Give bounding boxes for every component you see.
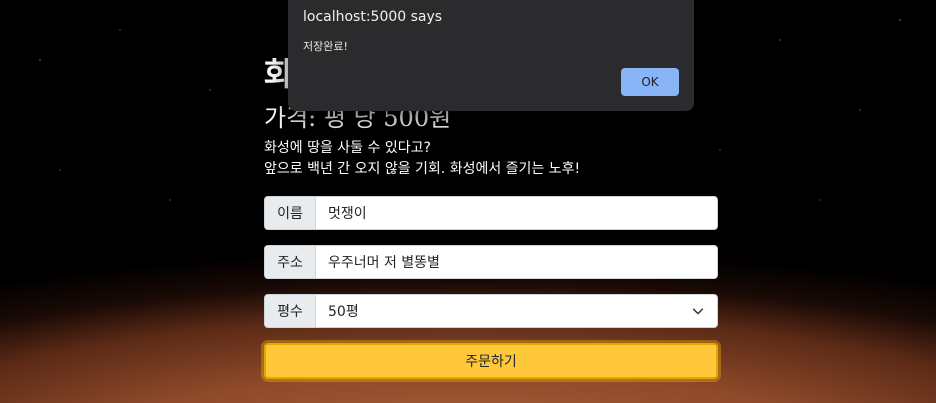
alert-dialog: localhost:5000 says 저장완료! OK [288, 0, 694, 111]
size-select[interactable]: 50평 [316, 295, 717, 327]
name-label: 이름 [265, 197, 316, 229]
dialog-message: 저장완료! [303, 40, 348, 53]
order-button[interactable]: 주문하기 [264, 343, 718, 379]
address-input[interactable] [316, 246, 717, 278]
size-input-group: 평수 50평 [264, 294, 718, 328]
name-input[interactable] [316, 197, 717, 229]
address-label: 주소 [265, 246, 316, 278]
address-input-group: 주소 [264, 245, 718, 279]
size-select-value: 50평 [328, 304, 359, 320]
size-label: 평수 [265, 295, 316, 327]
description: 화성에 땅을 사둘 수 있다고? 앞으로 백년 간 오지 않을 기회. 화성에서… [264, 138, 718, 180]
description-line-2: 앞으로 백년 간 오지 않을 기회. 화성에서 즐기는 노후! [264, 161, 581, 177]
ok-button[interactable]: OK [621, 68, 679, 96]
dialog-title: localhost:5000 says [303, 9, 443, 25]
chevron-down-icon [692, 308, 704, 315]
description-line-1: 화성에 땅을 사둘 수 있다고? [264, 140, 431, 156]
name-input-group: 이름 [264, 196, 718, 230]
